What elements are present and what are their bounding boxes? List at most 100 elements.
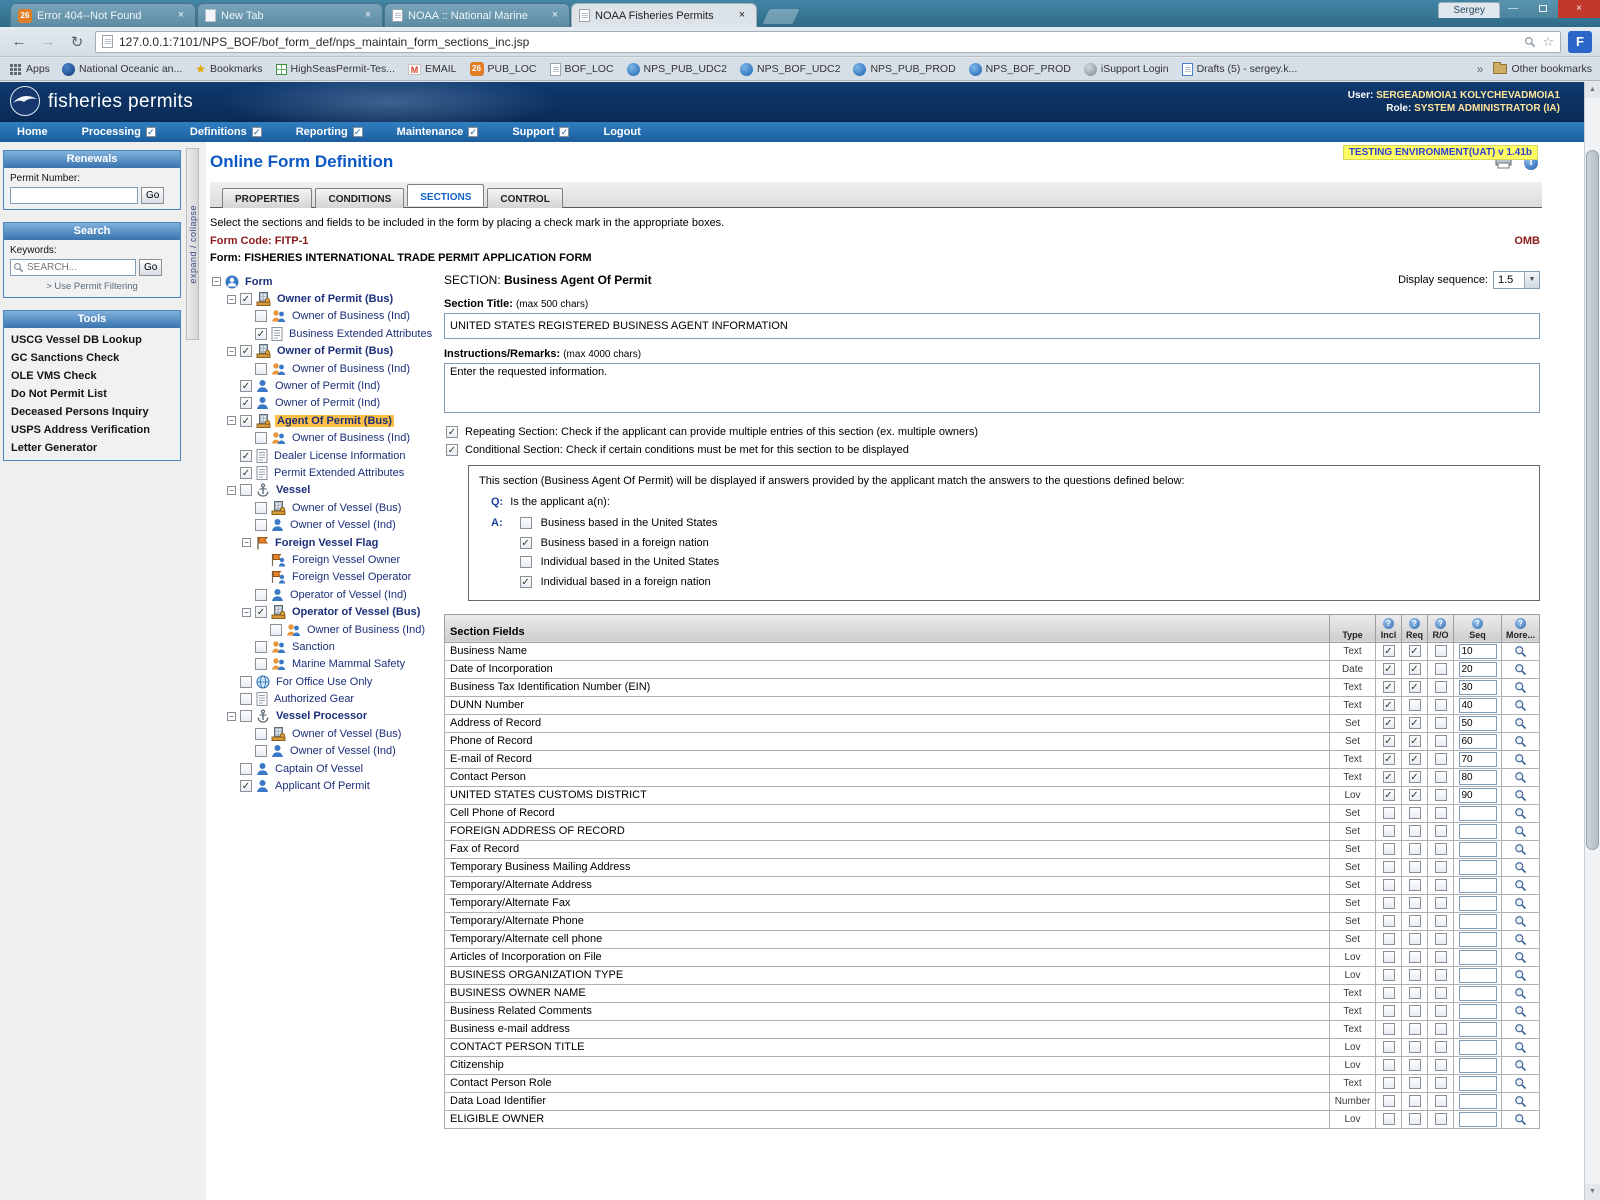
help-icon[interactable]: ? [1383, 618, 1394, 629]
field-detail-magnifier-icon[interactable] [1514, 717, 1527, 730]
tree-node[interactable]: ✓Applicant Of Permit [210, 777, 444, 794]
seq-input[interactable] [1459, 1094, 1497, 1109]
back-button[interactable]: ← [8, 33, 30, 50]
field-detail-magnifier-icon[interactable] [1514, 1113, 1527, 1126]
tree-node[interactable]: Owner of Vessel (Ind) [210, 516, 444, 533]
checkbox[interactable] [1409, 843, 1421, 855]
checkbox[interactable]: ✓ [1409, 645, 1421, 657]
tab-close-icon[interactable]: × [174, 9, 188, 23]
permit-filtering-link[interactable]: > Use Permit Filtering [10, 281, 174, 292]
tree-node[interactable]: Marine Mammal Safety [210, 656, 444, 673]
checkbox[interactable] [1435, 825, 1447, 837]
seq-input[interactable] [1459, 1112, 1497, 1127]
seq-input[interactable] [1459, 752, 1497, 767]
checkbox[interactable] [1409, 1005, 1421, 1017]
checkbox[interactable]: ✓ [1383, 771, 1395, 783]
checkbox[interactable]: ✓ [240, 467, 252, 479]
field-detail-magnifier-icon[interactable] [1514, 1095, 1527, 1108]
field-detail-magnifier-icon[interactable] [1514, 861, 1527, 874]
checkbox[interactable] [255, 658, 267, 670]
search-go-button[interactable]: Go [139, 259, 162, 276]
checkbox[interactable] [1383, 1113, 1395, 1125]
scroll-up-arrow[interactable]: ▲ [1585, 82, 1600, 98]
checkbox[interactable]: ✓ [1409, 681, 1421, 693]
checkbox[interactable]: ✓ [240, 450, 252, 462]
checkbox[interactable] [1409, 1059, 1421, 1071]
seq-input[interactable] [1459, 950, 1497, 965]
field-detail-magnifier-icon[interactable] [1514, 933, 1527, 946]
checkbox[interactable] [1383, 1059, 1395, 1071]
field-detail-magnifier-icon[interactable] [1514, 807, 1527, 820]
checkbox[interactable] [1435, 717, 1447, 729]
checkbox[interactable] [1435, 951, 1447, 963]
checkbox[interactable] [1435, 789, 1447, 801]
field-detail-magnifier-icon[interactable] [1514, 951, 1527, 964]
other-bookmarks-button[interactable]: Other bookmarks [1493, 63, 1592, 75]
tree-node[interactable]: −✓Operator of Vessel (Bus) [210, 603, 444, 620]
tool-link[interactable]: OLE VMS Check [6, 367, 178, 385]
profile-button[interactable]: Sergey [1438, 2, 1500, 18]
tree-node[interactable]: Authorized Gear [210, 690, 444, 707]
bookmark-item[interactable]: iSupport Login [1084, 62, 1169, 76]
checkbox[interactable] [1435, 699, 1447, 711]
nav-menu-checkbox[interactable]: ✓ [146, 127, 156, 137]
browser-tab[interactable]: NOAA Fisheries Permits× [571, 3, 757, 27]
checkbox[interactable] [1383, 987, 1395, 999]
checkbox[interactable] [1409, 825, 1421, 837]
tree-node[interactable]: Foreign Vessel Owner [210, 551, 444, 568]
field-detail-magnifier-icon[interactable] [1514, 897, 1527, 910]
field-detail-magnifier-icon[interactable] [1514, 825, 1527, 838]
checkbox[interactable] [1409, 987, 1421, 999]
browser-tab[interactable]: 26Error 404--Not Found× [10, 3, 196, 27]
checkbox[interactable] [1383, 951, 1395, 963]
checkbox[interactable] [1435, 1113, 1447, 1125]
checkbox[interactable] [1435, 1095, 1447, 1107]
bookmark-item[interactable]: 26PUB_LOC [470, 62, 537, 76]
seq-input[interactable] [1459, 1040, 1497, 1055]
checkbox[interactable] [1383, 1077, 1395, 1089]
field-detail-magnifier-icon[interactable] [1514, 843, 1527, 856]
field-detail-magnifier-icon[interactable] [1514, 699, 1527, 712]
tab-sections[interactable]: SECTIONS [407, 184, 484, 206]
checkbox[interactable]: ✓ [240, 293, 252, 305]
checkbox[interactable] [1383, 1095, 1395, 1107]
url-text[interactable]: 127.0.0.1:7101/NPS_BOF/bof_form_def/nps_… [119, 35, 1518, 49]
checkbox[interactable] [255, 745, 267, 757]
tree-node[interactable]: ✓Permit Extended Attributes [210, 464, 444, 481]
scroll-down-arrow[interactable]: ▼ [1585, 1184, 1600, 1200]
checkbox[interactable]: ✓ [1383, 789, 1395, 801]
checkbox[interactable] [1435, 969, 1447, 981]
checkbox[interactable] [240, 710, 252, 722]
checkbox[interactable] [1435, 1005, 1447, 1017]
checkbox[interactable]: ✓ [1383, 645, 1395, 657]
tree-node[interactable]: ✓Owner of Permit (Ind) [210, 377, 444, 394]
checkbox[interactable]: ✓ [1409, 753, 1421, 765]
nav-menu-checkbox[interactable]: ✓ [559, 127, 569, 137]
checkbox[interactable] [240, 693, 252, 705]
browser-tab[interactable]: NOAA :: National Marine× [384, 3, 570, 27]
checkbox[interactable]: ✓ [520, 576, 532, 588]
reload-button[interactable]: ↻ [66, 33, 88, 51]
expand-collapse-strip[interactable]: expand / collapse [186, 148, 199, 340]
tree-expander[interactable]: − [227, 712, 236, 721]
conditional-section-checkbox[interactable]: ✓ [446, 444, 458, 456]
tab-properties[interactable]: PROPERTIES [222, 188, 312, 208]
checkbox[interactable] [1435, 753, 1447, 765]
checkbox[interactable]: ✓ [1383, 681, 1395, 693]
checkbox[interactable] [240, 763, 252, 775]
tree-node[interactable]: Owner of Vessel (Bus) [210, 725, 444, 742]
checkbox[interactable] [240, 484, 252, 496]
checkbox[interactable] [255, 502, 267, 514]
bookmark-item[interactable]: Drafts (5) - sergey.k... [1182, 62, 1298, 76]
checkbox[interactable] [240, 676, 252, 688]
tree-node[interactable]: −Foreign Vessel Flag [210, 534, 444, 551]
checkbox[interactable] [255, 728, 267, 740]
field-detail-magnifier-icon[interactable] [1514, 771, 1527, 784]
tree-node[interactable]: Sanction [210, 638, 444, 655]
checkbox[interactable] [1383, 969, 1395, 981]
seq-input[interactable] [1459, 680, 1497, 695]
url-bar[interactable]: 127.0.0.1:7101/NPS_BOF/bof_form_def/nps_… [95, 31, 1561, 53]
new-tab-button[interactable] [763, 9, 800, 24]
seq-input[interactable] [1459, 824, 1497, 839]
nav-item-maintenance[interactable]: Maintenance✓ [380, 122, 496, 142]
